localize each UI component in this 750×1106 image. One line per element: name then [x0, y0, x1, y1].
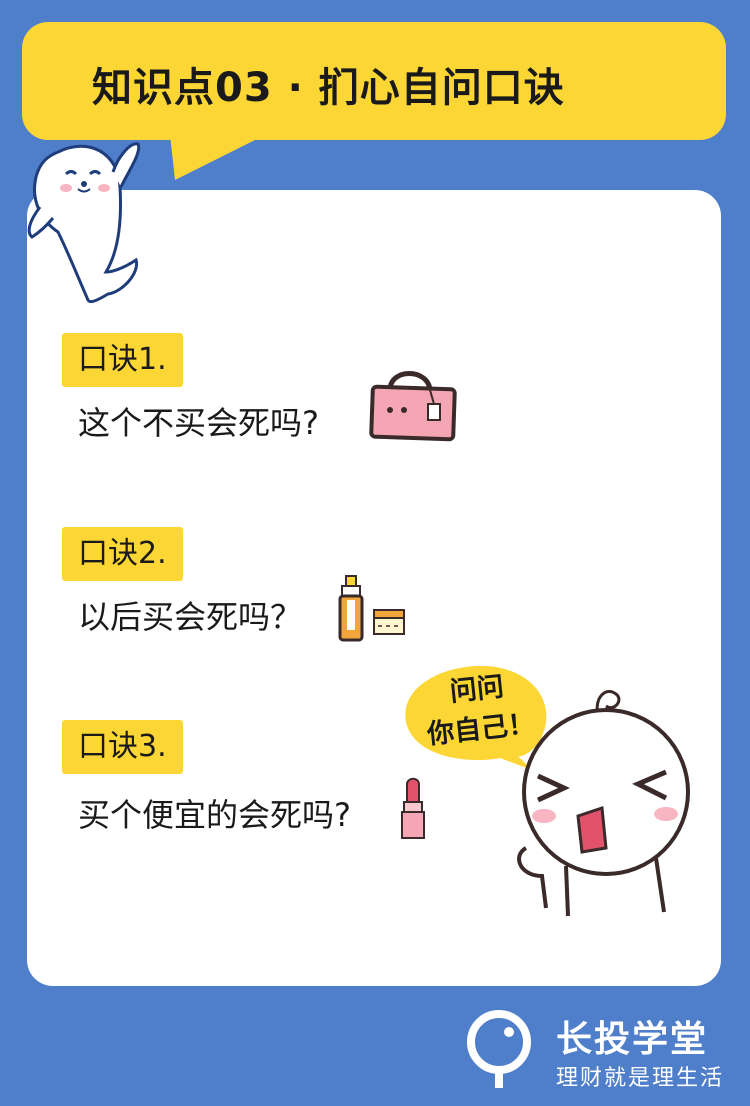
tip-tag-2: 口诀2. [62, 527, 183, 581]
lipstick-icon [401, 777, 425, 839]
seal-mascot-icon [27, 142, 141, 304]
tip-question-2: 以后买会死吗？ [78, 598, 303, 636]
brand-slogan: 理财就是理生活 [556, 1066, 725, 1091]
tip-tag-1: 口诀1. [62, 333, 183, 387]
baby-mascot-icon [517, 690, 690, 917]
page-title: 知识点03 · 扪心自问口诀 [92, 65, 565, 111]
lightbulb-logo-icon [467, 1010, 531, 1088]
handbag-icon [369, 371, 457, 442]
brand-name: 长投学堂 [556, 1019, 709, 1060]
tip-question-1: 这个不买会死吗? [78, 404, 319, 442]
tip-question-3: 买个便宜的会死吗? [78, 796, 351, 834]
tip-tag-3: 口诀3. [62, 720, 183, 774]
cosmetics-bottle-icon [338, 575, 405, 642]
